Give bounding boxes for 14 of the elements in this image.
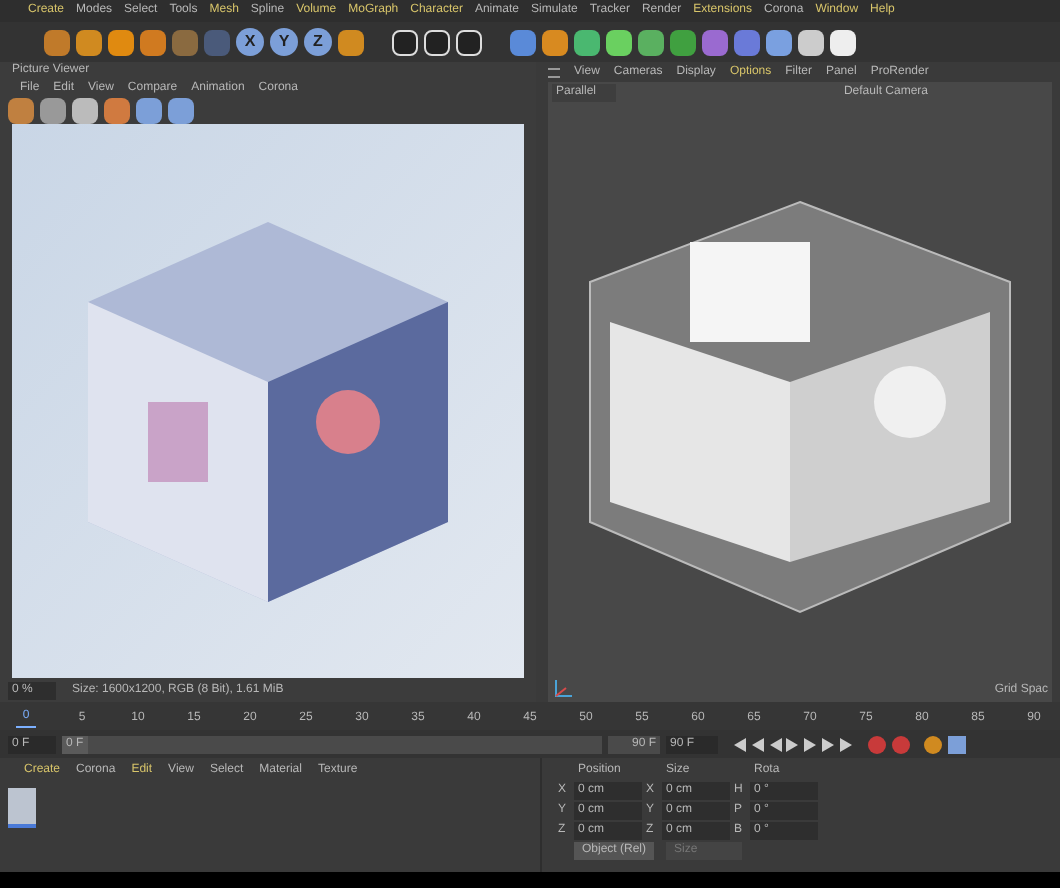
axis-button[interactable]: X <box>236 28 264 56</box>
play-icon[interactable] <box>786 737 800 751</box>
axis-button[interactable]: Z <box>304 28 332 56</box>
next-frame-icon[interactable] <box>804 737 818 751</box>
go-end-icon[interactable] <box>840 737 854 751</box>
prev-frame-icon[interactable] <box>768 737 782 751</box>
axis-icon <box>552 680 572 700</box>
record-icon[interactable] <box>868 735 886 753</box>
prev-key-icon[interactable] <box>750 737 764 751</box>
material-thumbnail[interactable] <box>8 788 36 828</box>
axis-button[interactable]: Y <box>270 28 298 56</box>
menu-icon <box>548 67 560 77</box>
go-start-icon[interactable] <box>732 737 746 751</box>
next-key-icon[interactable] <box>822 737 836 751</box>
